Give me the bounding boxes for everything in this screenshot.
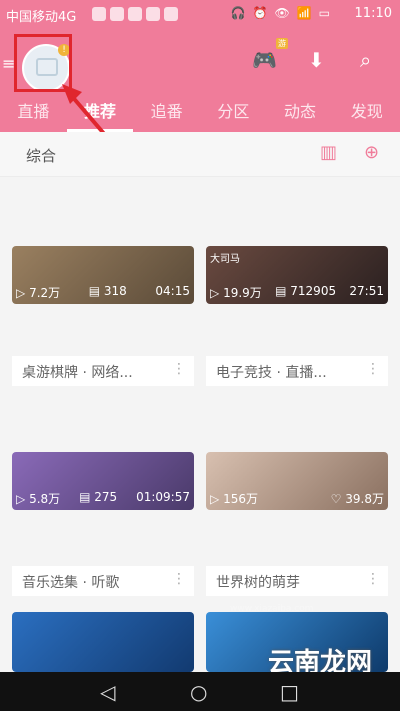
search-icon[interactable]: ⌕ xyxy=(360,48,371,72)
notification-icon xyxy=(92,7,106,21)
play-icon: ▷ xyxy=(210,286,220,300)
eye-icon: 👁 xyxy=(274,6,290,20)
video-thumbnail: ▷ 5.8万 ▤ 275 01:09:57 xyxy=(12,452,194,510)
video-card[interactable] xyxy=(12,612,194,672)
video-title: 桌游棋牌 · 网络... xyxy=(22,365,133,381)
like-count: 39.8万 xyxy=(345,492,384,506)
danmaku-icon: ▤ xyxy=(88,284,101,298)
headphone-icon: 🎧 xyxy=(230,6,246,20)
danmaku-icon: ▤ xyxy=(275,284,287,298)
video-card[interactable]: ▷ 7.2万 ▤ 318 04:15 xyxy=(12,246,194,304)
video-title: 世界树的萌芽 xyxy=(216,575,300,591)
more-icon[interactable]: ⋮ xyxy=(172,361,186,377)
video-card[interactable]: ▷ 156万 ♡ 39.8万 xyxy=(206,452,388,510)
view-count: 5.8万 xyxy=(29,492,61,506)
notification-icon xyxy=(164,7,178,21)
video-card[interactable]: 大司马 ▷ 19.9万 ▤ 712905 27:51 xyxy=(206,246,388,304)
play-icon: ▷ xyxy=(210,492,220,506)
play-icon: ▷ xyxy=(16,286,26,300)
view-count: 156万 xyxy=(223,492,258,506)
duration: 01:09:57 xyxy=(136,490,190,504)
video-thumbnail xyxy=(12,612,194,672)
video-meta: ▷ 156万 ♡ 39.8万 xyxy=(210,490,384,507)
video-caption[interactable]: 桌游棋牌 · 网络... ⋮ xyxy=(12,356,194,386)
tab-category[interactable]: 分区 xyxy=(200,92,267,132)
video-thumbnail: ▷ 7.2万 ▤ 318 04:15 xyxy=(12,246,194,304)
video-meta: ▷ 5.8万 ▤ 275 01:09:57 xyxy=(16,490,190,507)
tab-bangumi[interactable]: 追番 xyxy=(133,92,200,132)
game-badge: 游 xyxy=(276,38,288,49)
danmaku-count: 318 xyxy=(103,284,127,298)
notification-icon xyxy=(110,7,124,21)
battery-icon: ▭ xyxy=(318,6,330,20)
thumbnail-overlay-text: 大司马 xyxy=(210,254,240,265)
duration: 27:51 xyxy=(349,284,384,298)
tab-feed[interactable]: 动态 xyxy=(267,92,334,132)
view-count: 7.2万 xyxy=(29,286,61,300)
watermark-url: www.xiazaiba.com xyxy=(230,604,314,614)
video-caption[interactable]: 电子竞技 · 直播... ⋮ xyxy=(206,356,388,386)
clock: 11:10 xyxy=(354,6,392,21)
game-icon[interactable]: 🎮 xyxy=(252,48,277,72)
notification-icon xyxy=(128,7,142,21)
notification-icons xyxy=(92,7,178,21)
video-thumbnail: ▷ 156万 ♡ 39.8万 xyxy=(206,452,388,510)
recents-icon[interactable]: □ xyxy=(280,680,299,704)
tab-discover[interactable]: 发现 xyxy=(333,92,400,132)
system-icons: 🎧 ⏰ 👁 📶 ▭ xyxy=(231,6,330,20)
add-icon[interactable]: ⊕ xyxy=(364,142,379,163)
view-count: 19.9万 xyxy=(223,286,262,300)
duration: 04:15 xyxy=(155,284,190,298)
sub-bar: 综合 ▥ ⊕ xyxy=(0,132,400,177)
video-meta: ▷ 19.9万 ▤ 712905 27:51 xyxy=(210,284,384,301)
video-title: 电子竞技 · 直播... xyxy=(216,365,327,381)
home-icon[interactable]: ○ xyxy=(190,680,207,704)
like-icon: ♡ xyxy=(330,492,342,506)
danmaku-count: 712905 xyxy=(290,284,337,298)
wifi-icon: 📶 xyxy=(296,6,312,20)
video-thumbnail: 大司马 ▷ 19.9万 ▤ 712905 27:51 xyxy=(206,246,388,304)
video-card[interactable]: ▷ 5.8万 ▤ 275 01:09:57 xyxy=(12,452,194,510)
download-icon[interactable]: ⬇ xyxy=(308,48,325,72)
video-meta: ▷ 7.2万 ▤ 318 04:15 xyxy=(16,284,190,301)
danmaku-icon: ▤ xyxy=(79,490,91,504)
video-caption[interactable]: 世界树的萌芽 ⋮ xyxy=(206,566,388,596)
play-icon: ▷ xyxy=(16,492,26,506)
carrier-label: 中国移动4G xyxy=(6,10,77,25)
ranking-icon[interactable]: ▥ xyxy=(320,142,337,163)
back-icon[interactable]: ◁ xyxy=(100,680,115,704)
more-icon[interactable]: ⋮ xyxy=(172,571,186,587)
video-caption[interactable]: 音乐选集 · 听歌 ⋮ xyxy=(12,566,194,596)
danmaku-count: 275 xyxy=(94,490,118,504)
system-nav-bar: ◁ ○ □ xyxy=(0,672,400,711)
more-icon[interactable]: ⋮ xyxy=(366,571,380,587)
status-bar: 中国移动4G 🎧 ⏰ 👁 📶 ▭ 11:10 xyxy=(0,0,400,30)
more-icon[interactable]: ⋮ xyxy=(366,361,380,377)
alarm-icon: ⏰ xyxy=(252,6,268,20)
subbar-label: 综合 xyxy=(26,147,57,165)
video-title: 音乐选集 · 听歌 xyxy=(22,575,120,591)
notification-icon xyxy=(146,7,160,21)
